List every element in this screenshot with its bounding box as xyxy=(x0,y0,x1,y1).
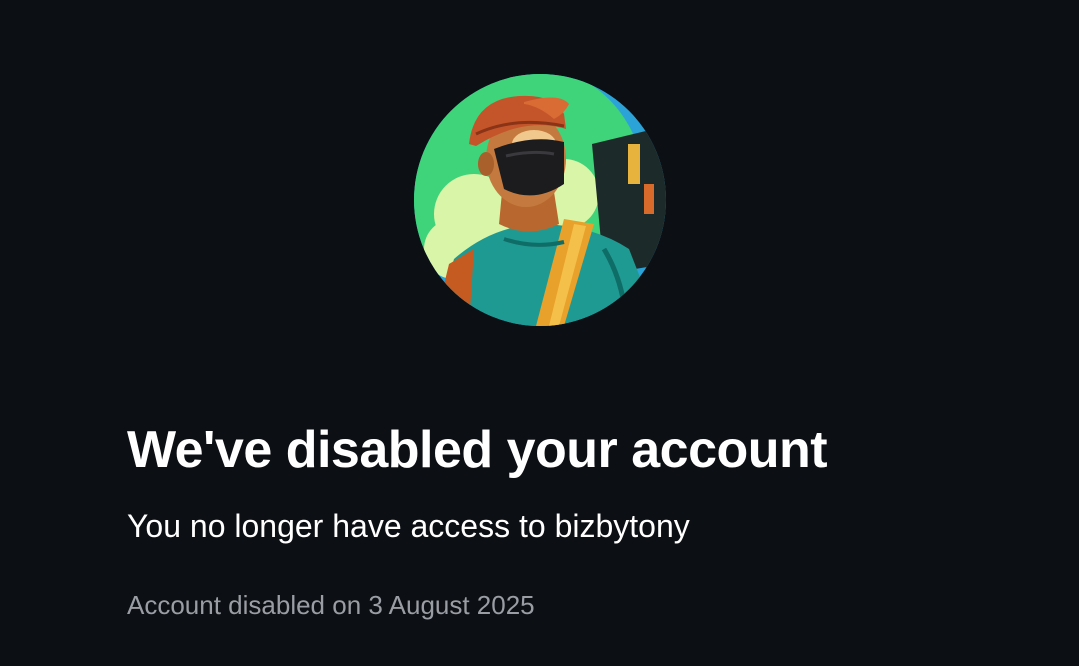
profile-avatar xyxy=(414,74,666,326)
disabled-date-text: Account disabled on 3 August 2025 xyxy=(127,590,535,620)
disabled-account-page: We've disabled your account You no longe… xyxy=(0,0,1079,666)
profile-illustration-icon xyxy=(414,74,666,326)
access-message: You no longer have access to bizbytony xyxy=(127,508,690,544)
page-title: We've disabled your account xyxy=(127,421,828,479)
